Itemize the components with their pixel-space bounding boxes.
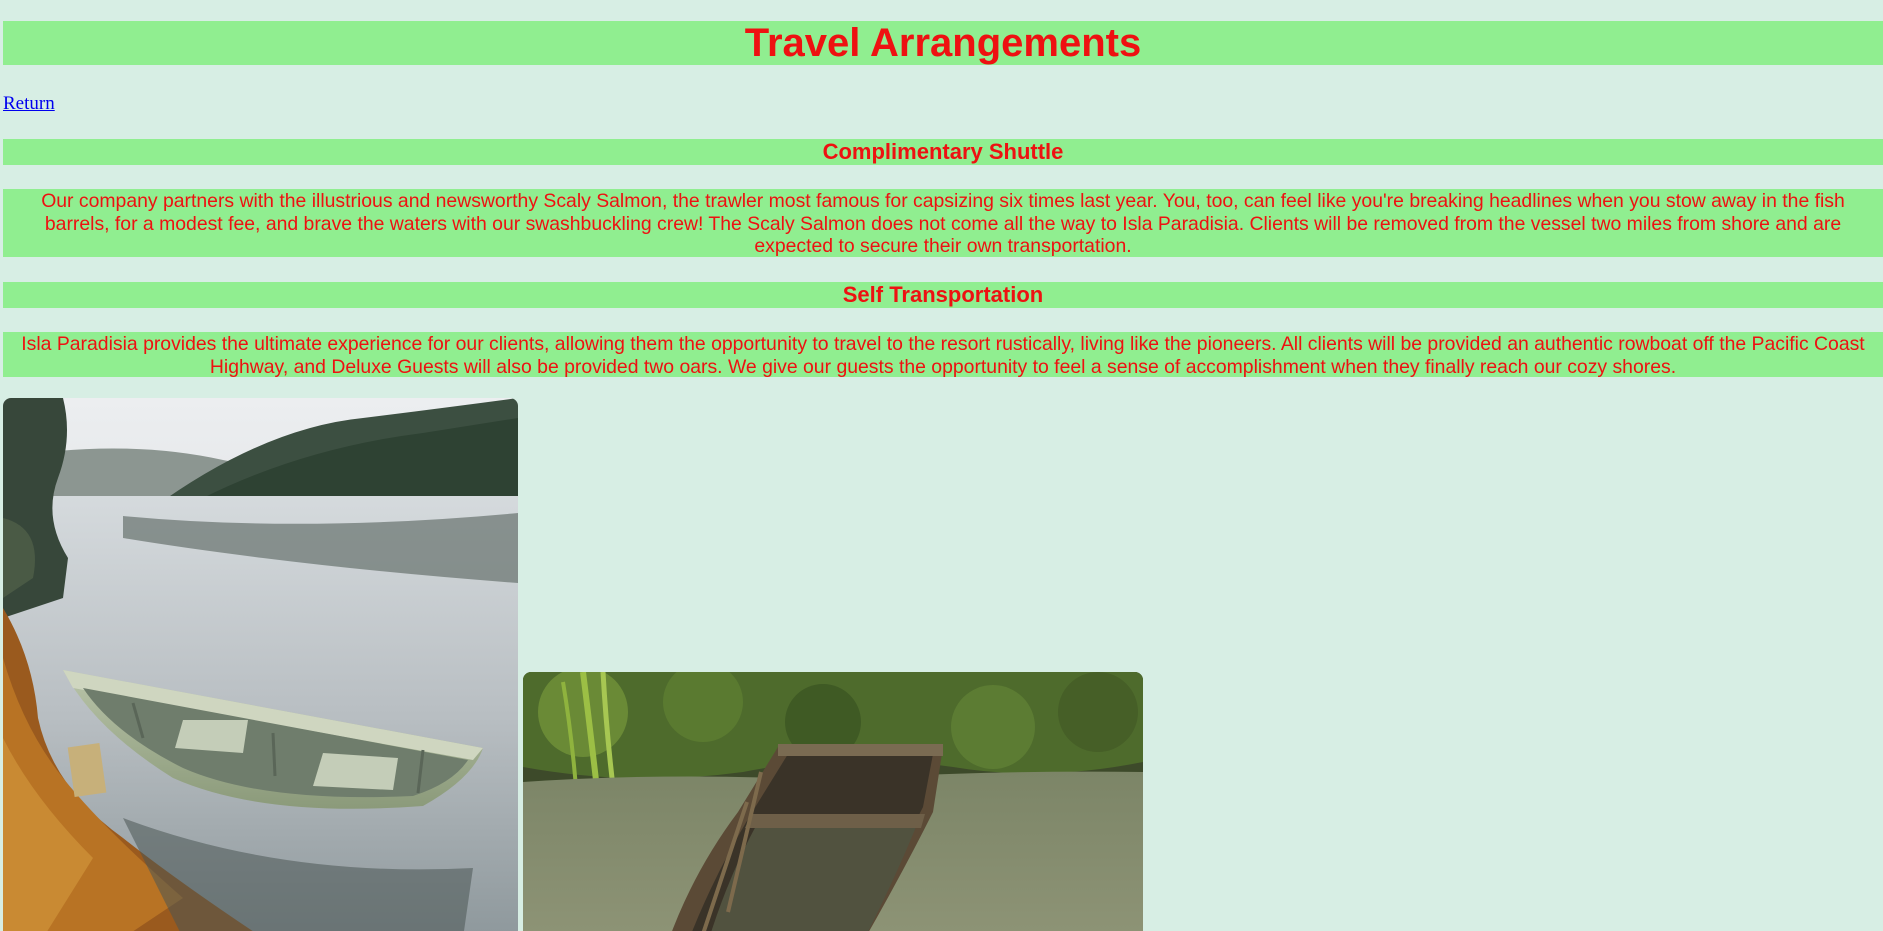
return-link[interactable]: Return — [3, 93, 55, 115]
sunken-rowboat-photo — [523, 672, 1143, 931]
rowboat-lake-photo — [3, 398, 518, 931]
section-body-shuttle: Our company partners with the illustriou… — [3, 189, 1883, 257]
section-heading-self-transportation: Self Transportation — [3, 282, 1883, 308]
section-heading-shuttle: Complimentary Shuttle — [3, 139, 1883, 165]
page-title: Travel Arrangements — [3, 21, 1883, 65]
section-body-self-transportation: Isla Paradisia provides the ultimate exp… — [3, 332, 1883, 378]
